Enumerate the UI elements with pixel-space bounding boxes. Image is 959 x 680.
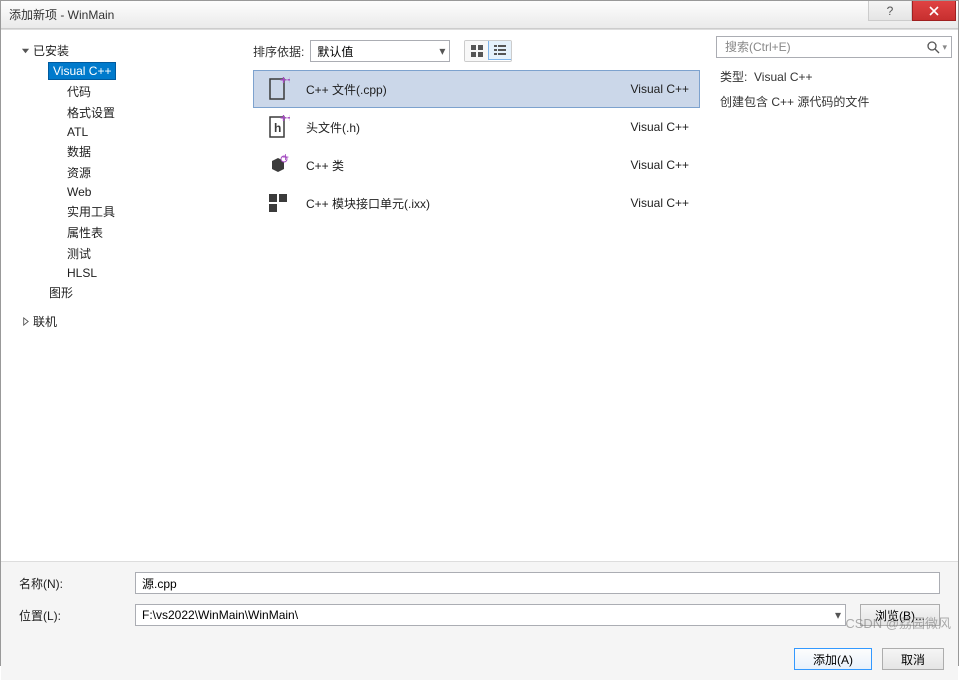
tree-label: Web [67, 185, 91, 199]
tree-node-utility[interactable]: 实用工具 [13, 201, 245, 222]
tree-node-visualcpp[interactable]: Visual C++ [13, 61, 245, 81]
tree-label: 已安装 [33, 42, 69, 59]
cpp-file-icon: ++ [264, 75, 292, 103]
type-value: Visual C++ [754, 70, 812, 84]
template-item-module-unit[interactable]: C++ 模块接口单元(.ixx) Visual C++ [253, 184, 700, 222]
template-item-name: C++ 类 [306, 157, 631, 174]
tree-node-hlsl[interactable]: HLSL [13, 264, 245, 282]
template-item-lang: Visual C++ [631, 158, 689, 172]
sort-dropdown[interactable]: 默认值 ▾ [310, 40, 450, 62]
tree-node-resource[interactable]: 资源 [13, 162, 245, 183]
tree-node-web[interactable]: Web [13, 183, 245, 201]
location-label: 位置(L): [19, 607, 135, 624]
svg-text:+: + [282, 153, 289, 164]
tree-node-graphics[interactable]: 图形 [13, 282, 245, 303]
tree-node-online[interactable]: 联机 [13, 311, 245, 332]
tree-node-propsheet[interactable]: 属性表 [13, 222, 245, 243]
form-area: 名称(N): 位置(L): F:\vs2022\WinMain\WinMain\… [1, 561, 958, 642]
view-list-button[interactable] [488, 40, 512, 60]
name-row: 名称(N): [19, 572, 940, 594]
location-row: 位置(L): F:\vs2022\WinMain\WinMain\ ▾ 浏览(B… [19, 604, 940, 626]
tree-label: 测试 [67, 245, 91, 262]
tree-label: 代码 [67, 83, 91, 100]
tree-node-data[interactable]: 数据 [13, 141, 245, 162]
close-button[interactable] [912, 1, 956, 21]
detail-panel: ▾ 类型: Visual C++ 创建包含 C++ 源代码的文件 [708, 30, 958, 561]
svg-text:++: ++ [280, 77, 290, 87]
list-icon [494, 44, 506, 56]
tree-label: 图形 [49, 284, 73, 301]
template-item-lang: Visual C++ [631, 82, 689, 96]
help-icon: ? [887, 4, 894, 18]
svg-text:++: ++ [280, 115, 290, 125]
sort-value: 默认值 [317, 43, 353, 60]
template-toolbar: 排序依据: 默认值 ▾ [245, 30, 708, 66]
template-item-name: C++ 文件(.cpp) [306, 81, 631, 98]
name-label: 名称(N): [19, 575, 135, 592]
tree-label: 实用工具 [67, 203, 115, 220]
type-label: 类型: [720, 70, 747, 84]
chevron-right-icon [19, 316, 31, 328]
tree-label: 格式设置 [67, 104, 115, 121]
tree-label: Visual C++ [49, 63, 115, 79]
tree-node-installed[interactable]: 已安装 [13, 40, 245, 61]
template-item-name: C++ 模块接口单元(.ixx) [306, 195, 631, 212]
tree-label: HLSL [67, 266, 97, 280]
template-list[interactable]: ++ C++ 文件(.cpp) Visual C++ h++ 头文件(.h) V… [245, 66, 708, 561]
help-button[interactable]: ? [868, 1, 912, 21]
search-input[interactable] [721, 40, 926, 54]
detail-type: 类型: Visual C++ [720, 68, 948, 85]
view-mode-group [464, 40, 512, 62]
cancel-button[interactable]: 取消 [882, 648, 944, 670]
tree-label: 属性表 [67, 224, 103, 241]
dropdown-icon: ▾ [942, 42, 947, 53]
tree-node-code[interactable]: 代码 [13, 81, 245, 102]
close-icon [929, 6, 939, 16]
location-value: F:\vs2022\WinMain\WinMain\ [142, 608, 298, 622]
window-title: 添加新项 - WinMain [9, 6, 114, 23]
content-area: 已安装 Visual C++ 代码 格式设置 ATL 数据 资源 Web 实用工… [1, 29, 958, 561]
location-input[interactable]: F:\vs2022\WinMain\WinMain\ ▾ [135, 604, 846, 626]
category-tree[interactable]: 已安装 Visual C++ 代码 格式设置 ATL 数据 资源 Web 实用工… [1, 30, 245, 561]
name-input[interactable] [135, 572, 940, 594]
tree-node-test[interactable]: 测试 [13, 243, 245, 264]
browse-button[interactable]: 浏览(B)... [860, 604, 940, 626]
module-icon [264, 189, 292, 217]
header-file-icon: h++ [264, 113, 292, 141]
template-item-cpp-file[interactable]: ++ C++ 文件(.cpp) Visual C++ [253, 70, 700, 108]
window-controls: ? [868, 1, 958, 21]
template-item-header-file[interactable]: h++ 头文件(.h) Visual C++ [253, 108, 700, 146]
template-panel: 排序依据: 默认值 ▾ ++ C++ 文件(.cpp) Visual C [245, 30, 708, 561]
chevron-down-icon [35, 65, 47, 77]
titlebar: 添加新项 - WinMain ? [1, 1, 958, 29]
template-item-cpp-class[interactable]: + C++ 类 Visual C++ [253, 146, 700, 184]
class-icon: + [264, 151, 292, 179]
tree-label: 数据 [67, 143, 91, 160]
grid-icon [471, 45, 483, 57]
tree-label: 资源 [67, 164, 91, 181]
chevron-down-icon: ▾ [439, 44, 445, 58]
detail-description: 创建包含 C++ 源代码的文件 [720, 93, 948, 110]
tree-label: 联机 [33, 313, 57, 330]
template-item-lang: Visual C++ [631, 120, 689, 134]
view-large-icons-button[interactable] [465, 41, 489, 61]
template-item-name: 头文件(.h) [306, 119, 631, 136]
tree-node-format[interactable]: 格式设置 [13, 102, 245, 123]
template-item-lang: Visual C++ [631, 196, 689, 210]
search-box[interactable]: ▾ [716, 36, 952, 58]
chevron-down-icon: ▾ [835, 608, 841, 622]
add-button[interactable]: 添加(A) [794, 648, 872, 670]
dialog-footer: 添加(A) 取消 [1, 642, 958, 680]
tree-label: ATL [67, 125, 88, 139]
search-icon [926, 40, 940, 54]
chevron-down-icon [19, 45, 31, 57]
sort-label: 排序依据: [253, 43, 304, 60]
tree-node-atl[interactable]: ATL [13, 123, 245, 141]
